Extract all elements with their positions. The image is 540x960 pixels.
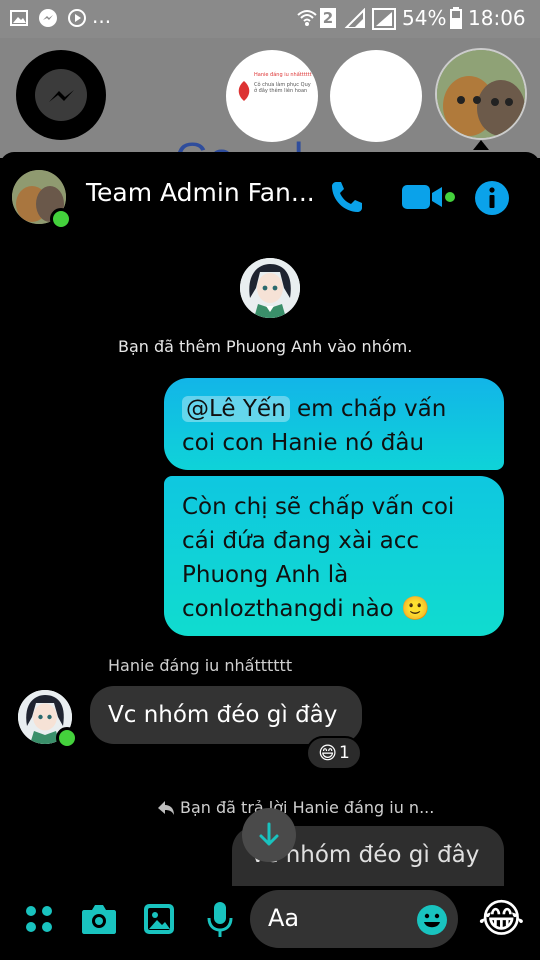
video-call-icon[interactable] xyxy=(400,180,456,214)
conversation-title[interactable]: Team Admin Fan... xyxy=(86,178,315,207)
more-actions-icon[interactable] xyxy=(24,904,54,934)
message-input[interactable]: Aa xyxy=(250,890,458,948)
message-bubble-me[interactable]: @Lê Yến em chấp vấn coi con Hanie nó đâu xyxy=(164,378,504,470)
cats-photo-icon xyxy=(437,50,525,138)
status-bar: ... 2 54% 18:06 xyxy=(0,0,540,38)
quick-reaction-button[interactable]: 😂 xyxy=(478,894,525,944)
reaction-count: 1 xyxy=(338,743,350,763)
system-added-member-text: Bạn đã thêm Phuong Anh vào nhóm. xyxy=(118,337,413,356)
messenger-logo-icon xyxy=(35,69,87,121)
message-bubble-me[interactable]: Còn chị sẽ chấp vấn coi cái đứa đang xài… xyxy=(164,476,504,636)
preview-card-subtitle: Cô chưa làm phục Quy ở đây thêm liên hoa… xyxy=(254,82,311,94)
message-input-placeholder: Aa xyxy=(268,904,300,932)
more-notifications-indicator: ... xyxy=(92,4,112,28)
message-text: Vc nhóm đéo gì đây xyxy=(108,702,338,728)
reaction-badge[interactable]: 😄 1 xyxy=(306,736,362,770)
message-text: coi con Hanie nó đâu xyxy=(182,430,425,456)
messenger-chat-head[interactable] xyxy=(16,50,106,140)
message-text: Còn chị sẽ chấp vấn coi xyxy=(182,494,455,520)
anime-girl-avatar-icon xyxy=(240,258,300,318)
reply-arrow-icon xyxy=(158,801,174,815)
group-online-dot xyxy=(50,208,72,230)
sender-name: Hanie đáng iu nhấtttttt xyxy=(108,656,293,675)
gallery-notification-icon xyxy=(10,10,28,26)
mention-chip[interactable]: @Lê Yến xyxy=(182,396,290,422)
wifi-icon xyxy=(297,10,317,26)
message-text: cái đứa đang xài acc xyxy=(182,528,419,554)
message-text: Phuong Anh là xyxy=(182,562,349,588)
media-notification-icon xyxy=(68,9,86,27)
gallery-icon[interactable] xyxy=(142,902,176,936)
preview-chat-head[interactable]: Hanie đáng iu nhấtttttt Cô chưa làm phục… xyxy=(226,50,318,142)
signal-sim2-icon xyxy=(372,8,396,30)
voice-call-icon[interactable] xyxy=(328,178,366,216)
conversation-info-icon[interactable] xyxy=(474,180,510,216)
reaction-emoji: 😄 xyxy=(318,742,337,764)
active-head-pointer-icon xyxy=(473,140,489,150)
sender-online-dot xyxy=(56,727,78,749)
red-logo-icon xyxy=(238,81,250,101)
preview-card-title: Hanie đáng iu nhấtttttt xyxy=(254,72,312,78)
battery-icon xyxy=(450,7,462,29)
cats-chat-head[interactable] xyxy=(435,48,527,140)
clock: 18:06 xyxy=(468,6,526,30)
scroll-to-bottom-button[interactable] xyxy=(242,808,296,862)
battery-percent: 54% xyxy=(402,6,447,30)
microphone-icon[interactable] xyxy=(206,900,234,940)
signal-sim1-icon xyxy=(344,8,365,28)
message-text: conlozthangdi nào 🙂 xyxy=(182,596,430,622)
emoji-picker-icon[interactable] xyxy=(416,904,448,936)
arrow-down-icon xyxy=(259,822,279,846)
camera-icon[interactable] xyxy=(80,902,118,936)
sim-2-badge: 2 xyxy=(320,8,336,28)
added-member-avatar[interactable] xyxy=(240,258,300,318)
message-text: em chấp vấn xyxy=(289,396,447,422)
reply-header-text: Bạn đã trả lời Hanie đáng iu n... xyxy=(180,798,435,817)
messenger-notification-icon xyxy=(39,9,57,27)
blank-chat-head[interactable] xyxy=(330,50,422,142)
